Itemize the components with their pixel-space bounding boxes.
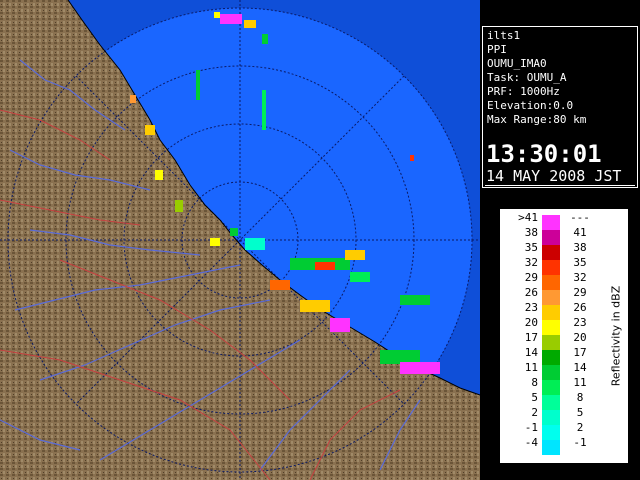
legend-low-label: >41 bbox=[518, 211, 538, 224]
reflectivity-legend: >41 --- 38 41 35 38 32 35 29 32 26 29 23 26 20 23 17 20 14… bbox=[499, 208, 629, 464]
legend-high-label: 2 bbox=[577, 421, 584, 434]
legend-swatch bbox=[542, 365, 560, 380]
side-panel: ilts1 PPI OUMU_IMA0 Task: OUMU_A PRF: 10… bbox=[480, 0, 640, 480]
observation-date: 14 MAY 2008 JST bbox=[486, 167, 622, 185]
legend-low-label: 14 bbox=[525, 346, 539, 359]
legend-low-label: 32 bbox=[525, 256, 538, 269]
legend-low-label: 35 bbox=[525, 241, 538, 254]
legend-high-label: 38 bbox=[573, 241, 586, 254]
radar-info-box: ilts1 PPI OUMU_IMA0 Task: OUMU_A PRF: 10… bbox=[482, 26, 638, 188]
legend-swatch bbox=[542, 215, 560, 230]
legend-high-label: 5 bbox=[577, 406, 584, 419]
legend-low-label: 20 bbox=[525, 316, 538, 329]
legend-low-label: 29 bbox=[525, 271, 538, 284]
legend-swatch bbox=[542, 350, 560, 365]
legend-unit-text: Reflectivity in dBZ bbox=[609, 285, 623, 387]
legend-swatch bbox=[542, 395, 560, 410]
legend-swatch bbox=[542, 380, 560, 395]
legend-swatch bbox=[542, 320, 560, 335]
legend-swatch bbox=[542, 245, 560, 260]
legend-high-label: 23 bbox=[573, 316, 586, 329]
legend-low-label: 26 bbox=[525, 286, 538, 299]
legend-low-label: 17 bbox=[525, 331, 538, 344]
legend-swatch bbox=[542, 335, 560, 350]
legend-swatch bbox=[542, 305, 560, 320]
max-range-label: Max Range:80 km bbox=[487, 113, 587, 126]
legend-low-label: 5 bbox=[531, 391, 538, 404]
legend-low-label: 23 bbox=[525, 301, 538, 314]
prf-label: PRF: 1000Hz bbox=[487, 85, 560, 98]
legend-high-label: -1 bbox=[573, 436, 586, 449]
legend-low-label: 38 bbox=[525, 226, 538, 239]
legend-low-label: 2 bbox=[531, 406, 538, 419]
legend-unit-label: Reflectivity in dBZ bbox=[605, 209, 627, 463]
legend-high-label: 8 bbox=[577, 391, 584, 404]
legend-high-label: 26 bbox=[573, 301, 586, 314]
legend-swatch bbox=[542, 440, 560, 455]
legend-swatch bbox=[542, 410, 560, 425]
legend-swatch bbox=[542, 275, 560, 290]
legend-high-label: --- bbox=[570, 211, 590, 224]
legend-swatch bbox=[542, 290, 560, 305]
task-label: Task: OUMU_A bbox=[487, 71, 567, 84]
legend-high-label: 20 bbox=[573, 331, 586, 344]
legend-high-label: 41 bbox=[573, 226, 586, 239]
legend-high-label: 17 bbox=[573, 346, 586, 359]
site-label: ilts1 bbox=[487, 29, 521, 42]
legend-low-label: -1 bbox=[525, 421, 538, 434]
legend-swatch bbox=[542, 425, 560, 440]
legend-high-label: 32 bbox=[573, 271, 586, 284]
legend-high-label: 35 bbox=[573, 256, 586, 269]
legend-scale: >41 --- 38 41 35 38 32 35 29 32 26 29 23 26 20 23 17 20 14… bbox=[518, 211, 590, 455]
legend-swatch bbox=[542, 260, 560, 275]
legend-high-label: 29 bbox=[573, 286, 586, 299]
elevation-label: Elevation:0.0 bbox=[487, 99, 574, 112]
legend-swatch bbox=[542, 230, 560, 245]
legend-low-label: 8 bbox=[531, 376, 538, 389]
product-label: OUMU_IMA0 bbox=[487, 57, 547, 70]
date-underline bbox=[485, 185, 635, 186]
legend-low-label: -4 bbox=[525, 436, 539, 449]
mode-label: PPI bbox=[487, 43, 507, 56]
observation-time: 13:30:01 bbox=[486, 140, 602, 168]
legend-low-label: 11 bbox=[525, 361, 538, 374]
legend-high-label: 14 bbox=[573, 361, 587, 374]
radar-ppi-display bbox=[0, 0, 480, 480]
legend-high-label: 11 bbox=[573, 376, 586, 389]
